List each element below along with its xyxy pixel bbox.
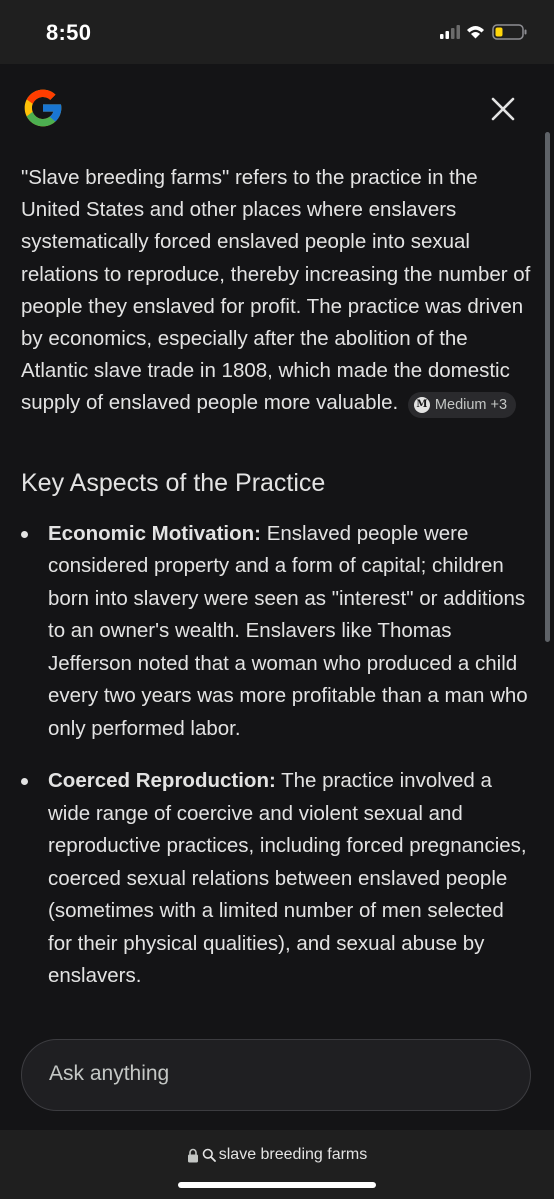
status-icons [440,22,530,42]
bullet-text: Enslaved people were considered property… [48,521,528,740]
url-bar[interactable]: slave breeding farms [0,1130,554,1199]
list-item: Economic Motivation: Enslaved people wer… [21,518,533,746]
bullet-dot [21,530,28,538]
scrollbar[interactable] [545,132,550,642]
ask-input[interactable]: Ask anything [21,1039,531,1111]
medium-logo: M [413,397,430,414]
bullet-title: Coerced Reproduction: [48,769,276,793]
ai-answer-sheet: "Slave breeding farms" refers to the pra… [0,64,554,1130]
source-chip[interactable]: M Medium +3 [407,392,517,419]
status-bar: 8:50 [0,0,554,64]
section-heading: Key Aspects of the Practice [21,468,326,497]
close-button[interactable] [486,92,520,126]
source-chip-label: Medium +3 [434,397,508,414]
list-item: Coerced Reproduction: The practice invol… [21,765,533,993]
url-content[interactable]: slave breeding farms [0,1146,554,1164]
bullet-title: Economic Motivation: [48,521,261,545]
wifi-icon [467,26,484,39]
lock-icon [187,1148,198,1162]
intro-paragraph: "Slave breeding farms" refers to the pra… [21,162,533,420]
bullet-dot [21,778,28,786]
answer-content: "Slave breeding farms" refers to the pra… [21,162,533,1013]
search-icon [202,1148,216,1162]
bullet-list: Economic Motivation: Enslaved people wer… [21,518,533,993]
intro-text: "Slave breeding farms" refers to the pra… [21,166,531,415]
bullet-text: The practice involved a wide range of co… [48,769,527,988]
url-query: slave breeding farms [218,1146,368,1163]
cellular-signal-icon [440,25,460,39]
status-time: 8:50 [46,20,92,45]
ask-placeholder: Ask anything [49,1062,170,1085]
close-icon [491,97,515,121]
battery-icon [492,24,527,40]
google-g-logo [21,86,65,135]
home-indicator[interactable] [178,1182,376,1188]
